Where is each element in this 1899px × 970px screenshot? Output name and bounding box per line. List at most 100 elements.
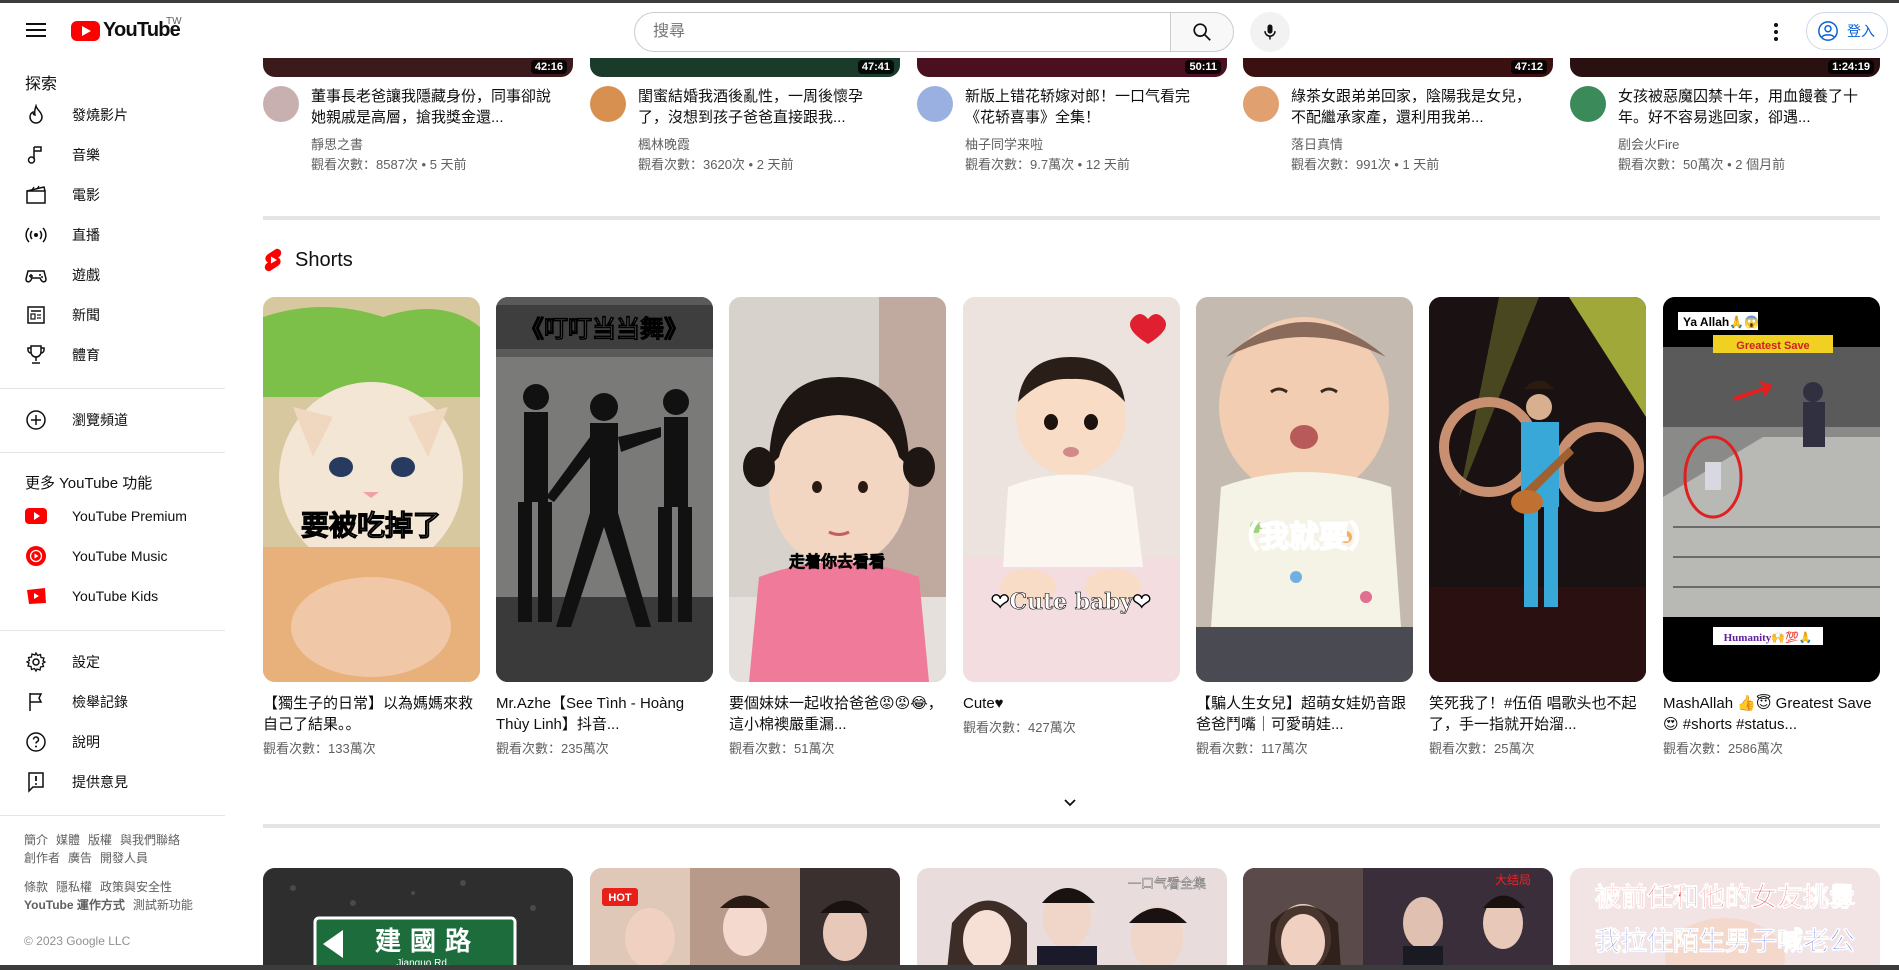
sidebar-item-movies[interactable]: 電影 (0, 175, 225, 215)
footer-link-creators[interactable]: 創作者 (24, 851, 60, 865)
video-title[interactable]: 女孩被惡魔囚禁十年，用血饅養了十年。好不容易逃回家，卻遇... (1618, 86, 1868, 128)
voice-search-button[interactable] (1250, 12, 1290, 52)
short-title[interactable]: 要個妹妹一起收拾爸爸😡😡😂，這小棉襖嚴重漏... (729, 693, 946, 735)
channel-avatar[interactable] (263, 86, 299, 122)
footer-link-press[interactable]: 媒體 (56, 833, 80, 847)
short-overlay-text: （我就要） (1229, 520, 1379, 555)
short-title[interactable]: MashAllah 👍😇 Greatest Save 😍 #shorts #st… (1663, 693, 1880, 735)
footer-link-developers[interactable]: 開發人員 (100, 851, 148, 865)
video-thumbnail[interactable]: 建 國 路 Jianguo Rd. (263, 868, 573, 970)
sidebar-item-trending[interactable]: 發燒影片 (0, 95, 225, 135)
footer-link-about[interactable]: 簡介 (24, 833, 48, 847)
sidebar-item-help[interactable]: 說明 (0, 722, 225, 762)
sidebar-item-youtube-kids[interactable]: YouTube Kids (0, 576, 225, 616)
footer-link-privacy[interactable]: 隱私權 (56, 880, 92, 894)
video-thumbnail[interactable]: 一口气看全集 (917, 868, 1227, 970)
short-thumbnail[interactable]: Ya Allah🙏😱 Greatest Save Humanity🙌💯🙏 (1663, 297, 1880, 682)
sidebar-item-live[interactable]: 直播 (0, 215, 225, 255)
sidebar-item-label: 直播 (72, 227, 100, 243)
footer-links-primary: 簡介 媒體 版權 與我們聯絡 創作者 廣告 開發人員 (24, 831, 214, 867)
channel-avatar[interactable] (590, 86, 626, 122)
video-title[interactable]: 新版上错花轿嫁对郎！一口气看完《花轿喜事》全集！ (965, 86, 1215, 128)
footer-link-terms[interactable]: 條款 (24, 880, 48, 894)
footer-link-policy[interactable]: 政策與安全性 (100, 880, 172, 894)
footer-link-advertise[interactable]: 廣告 (68, 851, 92, 865)
channel-name[interactable]: 靜思之書 (311, 134, 363, 153)
video-thumbnail[interactable]: 被前任和他的女友挑釁 我拉住陌生男子喊老公 (1570, 868, 1880, 970)
video-thumbnail[interactable]: 47:41 (590, 58, 900, 77)
short-card: 走着你去看看 要個妹妹一起收拾爸爸😡😡😂，這小棉襖嚴重漏... 觀看次數：51萬… (729, 297, 946, 757)
youtube-kids-icon (24, 584, 48, 608)
drama-scene-image: HOT (590, 868, 900, 970)
channel-avatar[interactable] (917, 86, 953, 122)
sidebar-item-gaming[interactable]: 遊戲 (0, 255, 225, 295)
channel-name[interactable]: 柚子同学来啦 (965, 134, 1043, 153)
video-title[interactable]: 董事長老爸讓我隱藏身份，同事卻說她親戚是高層，搶我獎金還... (311, 86, 561, 128)
short-overlay-text: 要被吃掉了 (301, 509, 441, 542)
short-thumbnail[interactable]: 《叮叮当当舞》 (496, 297, 713, 682)
video-thumbnail[interactable]: 大结局 (1243, 868, 1553, 970)
short-thumbnail[interactable] (1429, 297, 1646, 682)
video-thumbnail[interactable]: 42:16 (263, 58, 573, 77)
video-thumbnail[interactable]: HOT (590, 868, 900, 970)
sidebar-item-youtube-premium[interactable]: YouTube Premium (0, 496, 225, 536)
region-code: TW (166, 16, 182, 27)
channel-avatar[interactable] (1243, 86, 1279, 122)
short-thumbnail[interactable]: （我就要） (1196, 297, 1413, 682)
sidebar-item-news[interactable]: 新聞 (0, 295, 225, 335)
search-button[interactable] (1170, 12, 1234, 52)
short-title[interactable]: 笑死我了！#伍佰 唱歌头也不起了，手一指就开始溜... (1429, 693, 1646, 735)
footer-link-test-features[interactable]: 測試新功能 (133, 898, 193, 912)
short-title[interactable]: Mr.Azhe【See Tình - Hoàng Thùy Linh】抖音... (496, 693, 713, 735)
video-thumbnail[interactable]: 50:11 (917, 58, 1227, 77)
channel-name[interactable]: 剧会火Fire (1618, 134, 1679, 153)
masthead: YouTube TW 登入 (0, 3, 1899, 58)
short-title[interactable]: 【騙人生女兒】超萌女娃奶音跟爸爸鬥嘴｜可愛萌娃... (1196, 693, 1413, 735)
sidebar-item-feedback[interactable]: 提供意見 (0, 762, 225, 802)
sidebar-item-sports[interactable]: 體育 (0, 335, 225, 375)
channel-name[interactable]: 落日真情 (1291, 134, 1343, 153)
settings-more-icon[interactable] (1764, 20, 1788, 44)
signin-button[interactable]: 登入 (1806, 12, 1888, 50)
short-title[interactable]: 【獨生子的日常】以為媽媽來救自己了結果。。 (263, 693, 480, 735)
short-title[interactable]: Cute♥ (963, 693, 1180, 714)
signin-label: 登入 (1847, 23, 1875, 39)
sidebar-item-label: YouTube Kids (72, 588, 159, 604)
video-title[interactable]: 閨蜜結婚我酒後亂性，一周後懷孕了，沒想到孩子爸爸直接跟我... (638, 86, 888, 128)
channel-avatar[interactable] (1570, 86, 1606, 122)
sidebar-item-music[interactable]: 音樂 (0, 135, 225, 175)
sidebar-item-youtube-music[interactable]: YouTube Music (0, 536, 225, 576)
sidebar: 探索 發燒影片 音樂 電影 直播 遊戲 新聞 體育 瀏覽頻道 更多 YouTub… (0, 58, 225, 970)
video-thumbnail[interactable]: 1:24:19 (1570, 58, 1880, 77)
short-views: 觀看次數：235萬次 (496, 741, 609, 756)
news-icon (24, 303, 48, 327)
channel-name[interactable]: 楓林晚霞 (638, 134, 690, 153)
footer-link-contact[interactable]: 與我們聯絡 (120, 833, 180, 847)
video-title[interactable]: 綠茶女跟弟弟回家，陰陽我是女兒，不配繼承家產，還利用我弟... (1291, 86, 1541, 128)
youtube-logo-icon (71, 20, 100, 41)
sidebar-item-browse-channels[interactable]: 瀏覽頻道 (0, 400, 225, 440)
little-girl-image: 走着你去看看 (729, 297, 946, 682)
duration-badge: 47:12 (1510, 60, 1547, 74)
short-overlay-text: 《叮叮当当舞》 (520, 315, 688, 343)
short-thumbnail[interactable]: 走着你去看看 (729, 297, 946, 682)
sidebar-item-label: 發燒影片 (72, 107, 128, 123)
search-input[interactable] (634, 12, 1171, 52)
footer-link-how-youtube-works[interactable]: YouTube 運作方式 (24, 898, 125, 912)
sidebar-item-settings[interactable]: 設定 (0, 642, 225, 682)
sidebar-divider (0, 630, 225, 631)
short-views: 觀看次數：133萬次 (263, 741, 376, 756)
footer-link-copyright[interactable]: 版權 (88, 833, 112, 847)
shorts-heading: Shorts (295, 248, 353, 271)
short-card: Ya Allah🙏😱 Greatest Save Humanity🙌💯🙏 Mas… (1663, 297, 1880, 757)
menu-icon[interactable] (22, 19, 50, 43)
short-thumbnail[interactable]: 要被吃掉了 (263, 297, 480, 682)
show-more-chevron-icon[interactable] (1058, 790, 1082, 814)
short-card: （我就要） 【騙人生女兒】超萌女娃奶音跟爸爸鬥嘴｜可愛萌娃... 觀看次數：11… (1196, 297, 1413, 757)
video-thumbnail[interactable]: 47:12 (1243, 58, 1553, 77)
short-thumbnail[interactable]: ❤Cute baby❤ (963, 297, 1180, 682)
sidebar-item-report-history[interactable]: 檢舉記錄 (0, 682, 225, 722)
short-views: 觀看次數：117萬次 (1196, 741, 1308, 756)
sidebar-divider (0, 452, 225, 453)
youtube-logo[interactable]: YouTube (71, 19, 181, 42)
